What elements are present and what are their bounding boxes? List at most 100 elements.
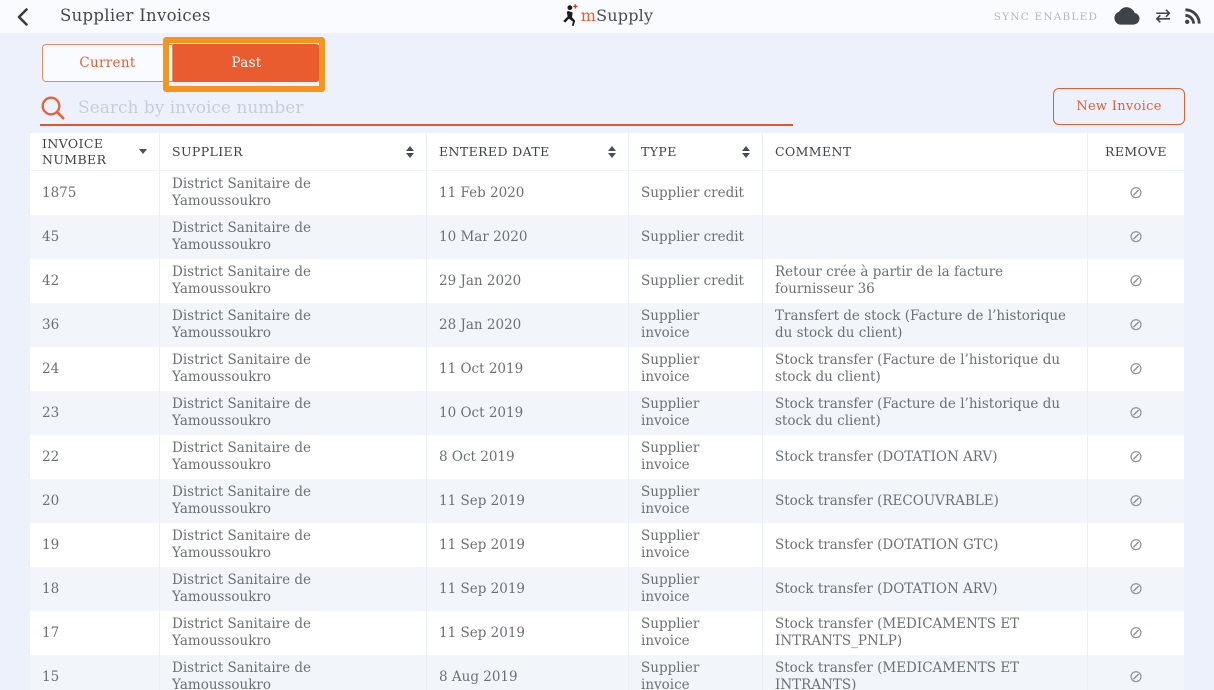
column-header-supplier[interactable]: SUPPLIER <box>160 133 427 170</box>
remove-button[interactable]: ⊘ <box>1088 567 1184 611</box>
remove-icon: ⊘ <box>1129 273 1143 290</box>
cell-supplier: District Sanitaire de Yamoussoukro <box>160 171 427 215</box>
entered-date-text: 11 Sep 2019 <box>439 625 525 642</box>
invoice-number-text: 22 <box>42 449 59 466</box>
table-row[interactable]: 19 District Sanitaire de Yamoussoukro 11… <box>30 523 1184 567</box>
type-text: Supplier credit <box>641 273 744 290</box>
entered-date-text: 10 Oct 2019 <box>439 405 523 422</box>
supplier-text: District Sanitaire de Yamoussoukro <box>172 264 414 298</box>
msupply-logo-text: mSupply <box>581 6 653 25</box>
cell-comment <box>763 215 1088 259</box>
cell-comment: Stock transfer (DOTATION ARV) <box>763 435 1088 479</box>
cell-invoice-number: 19 <box>30 523 160 567</box>
supplier-text: District Sanitaire de Yamoussoukro <box>172 484 414 518</box>
remove-icon: ⊘ <box>1129 537 1143 554</box>
remove-button[interactable]: ⊘ <box>1088 611 1184 655</box>
msupply-runner-icon <box>561 4 578 27</box>
remove-button[interactable]: ⊘ <box>1088 303 1184 347</box>
table-row[interactable]: 17 District Sanitaire de Yamoussoukro 11… <box>30 611 1184 655</box>
remove-button[interactable]: ⊘ <box>1088 391 1184 435</box>
cell-invoice-number: 22 <box>30 435 160 479</box>
invoice-number-text: 17 <box>42 625 59 642</box>
table-body: 1875 District Sanitaire de Yamoussoukro … <box>30 171 1184 690</box>
remove-icon: ⊘ <box>1129 449 1143 466</box>
entered-date-text: 29 Jan 2020 <box>439 273 521 290</box>
entered-date-text: 10 Mar 2020 <box>439 229 527 246</box>
supplier-text: District Sanitaire de Yamoussoukro <box>172 616 414 650</box>
cell-entered-date: 11 Sep 2019 <box>427 567 629 611</box>
remove-button[interactable]: ⊘ <box>1088 259 1184 303</box>
comment-text: Stock transfer (Facture de l’historique … <box>775 396 1075 430</box>
comment-text: Retour crée à partir de la facture fourn… <box>775 264 1075 298</box>
remove-button[interactable]: ⊘ <box>1088 347 1184 391</box>
cell-supplier: District Sanitaire de Yamoussoukro <box>160 611 427 655</box>
cell-type: Supplier invoice <box>629 611 763 655</box>
cell-entered-date: 11 Sep 2019 <box>427 523 629 567</box>
remove-button[interactable]: ⊘ <box>1088 655 1184 690</box>
invoice-number-text: 23 <box>42 405 59 422</box>
column-header-type[interactable]: TYPE <box>629 133 763 170</box>
remove-button[interactable]: ⊘ <box>1088 523 1184 567</box>
cloud-icon <box>1111 7 1142 26</box>
cell-supplier: District Sanitaire de Yamoussoukro <box>160 523 427 567</box>
cell-entered-date: 8 Oct 2019 <box>427 435 629 479</box>
remove-button[interactable]: ⊘ <box>1088 435 1184 479</box>
table-row[interactable]: 20 District Sanitaire de Yamoussoukro 11… <box>30 479 1184 523</box>
table-row[interactable]: 18 District Sanitaire de Yamoussoukro 11… <box>30 567 1184 611</box>
column-label: REMOVE <box>1105 144 1167 160</box>
column-header-invoice-number[interactable]: INVOICE NUMBER <box>30 133 160 170</box>
cell-supplier: District Sanitaire de Yamoussoukro <box>160 391 427 435</box>
cell-invoice-number: 17 <box>30 611 160 655</box>
cell-comment: Stock transfer (Facture de l’historique … <box>763 347 1088 391</box>
cell-invoice-number: 1875 <box>30 171 160 215</box>
cell-invoice-number: 20 <box>30 479 160 523</box>
tab-current[interactable]: Current <box>42 44 173 82</box>
comment-text: Stock transfer (DOTATION ARV) <box>775 449 998 466</box>
cell-comment: Transfert de stock (Facture de l’histori… <box>763 303 1088 347</box>
type-text: Supplier credit <box>641 185 744 202</box>
table-row[interactable]: 22 District Sanitaire de Yamoussoukro 8 … <box>30 435 1184 479</box>
remove-button[interactable]: ⊘ <box>1088 171 1184 215</box>
cell-type: Supplier invoice <box>629 655 763 690</box>
cell-entered-date: 11 Sep 2019 <box>427 479 629 523</box>
cell-type: Supplier credit <box>629 259 763 303</box>
type-text: Supplier invoice <box>641 528 750 562</box>
cell-comment <box>763 171 1088 215</box>
entered-date-text: 11 Sep 2019 <box>439 581 525 598</box>
table-row[interactable]: 42 District Sanitaire de Yamoussoukro 29… <box>30 259 1184 303</box>
remove-button[interactable]: ⊘ <box>1088 479 1184 523</box>
cell-supplier: District Sanitaire de Yamoussoukro <box>160 215 427 259</box>
table-row[interactable]: 1875 District Sanitaire de Yamoussoukro … <box>30 171 1184 215</box>
cell-comment: Stock transfer (DOTATION GTC) <box>763 523 1088 567</box>
type-text: Supplier credit <box>641 229 744 246</box>
comment-text: Stock transfer (MEDICAMENTS ET INTRANTS_… <box>775 616 1075 650</box>
remove-icon: ⊘ <box>1129 625 1143 642</box>
cell-comment: Stock transfer (Facture de l’historique … <box>763 391 1088 435</box>
new-invoice-button[interactable]: New Invoice <box>1053 88 1185 125</box>
search-input[interactable] <box>78 98 793 118</box>
supplier-text: District Sanitaire de Yamoussoukro <box>172 396 414 430</box>
invoice-number-text: 1875 <box>42 185 76 202</box>
cell-comment: Retour crée à partir de la facture fourn… <box>763 259 1088 303</box>
column-label: COMMENT <box>775 144 852 160</box>
entered-date-text: 28 Jan 2020 <box>439 317 521 334</box>
table-row[interactable]: 45 District Sanitaire de Yamoussoukro 10… <box>30 215 1184 259</box>
column-header-entered-date[interactable]: ENTERED DATE <box>427 133 629 170</box>
remove-icon: ⊘ <box>1129 405 1143 422</box>
cell-type: Supplier invoice <box>629 567 763 611</box>
tab-past[interactable]: Past <box>173 44 320 82</box>
entered-date-text: 11 Feb 2020 <box>439 185 524 202</box>
table-row[interactable]: 15 District Sanitaire de Yamoussoukro 8 … <box>30 655 1184 690</box>
type-text: Supplier invoice <box>641 616 750 650</box>
table-row[interactable]: 36 District Sanitaire de Yamoussoukro 28… <box>30 303 1184 347</box>
table-row[interactable]: 23 District Sanitaire de Yamoussoukro 10… <box>30 391 1184 435</box>
remove-button[interactable]: ⊘ <box>1088 215 1184 259</box>
cell-supplier: District Sanitaire de Yamoussoukro <box>160 259 427 303</box>
table-row[interactable]: 24 District Sanitaire de Yamoussoukro 11… <box>30 347 1184 391</box>
comment-text: Stock transfer (DOTATION GTC) <box>775 537 998 554</box>
comment-text: Stock transfer (Facture de l’historique … <box>775 352 1075 386</box>
sort-both-icon <box>406 146 414 158</box>
cell-type: Supplier invoice <box>629 303 763 347</box>
sort-desc-icon <box>139 149 147 154</box>
remove-icon: ⊘ <box>1129 185 1143 202</box>
